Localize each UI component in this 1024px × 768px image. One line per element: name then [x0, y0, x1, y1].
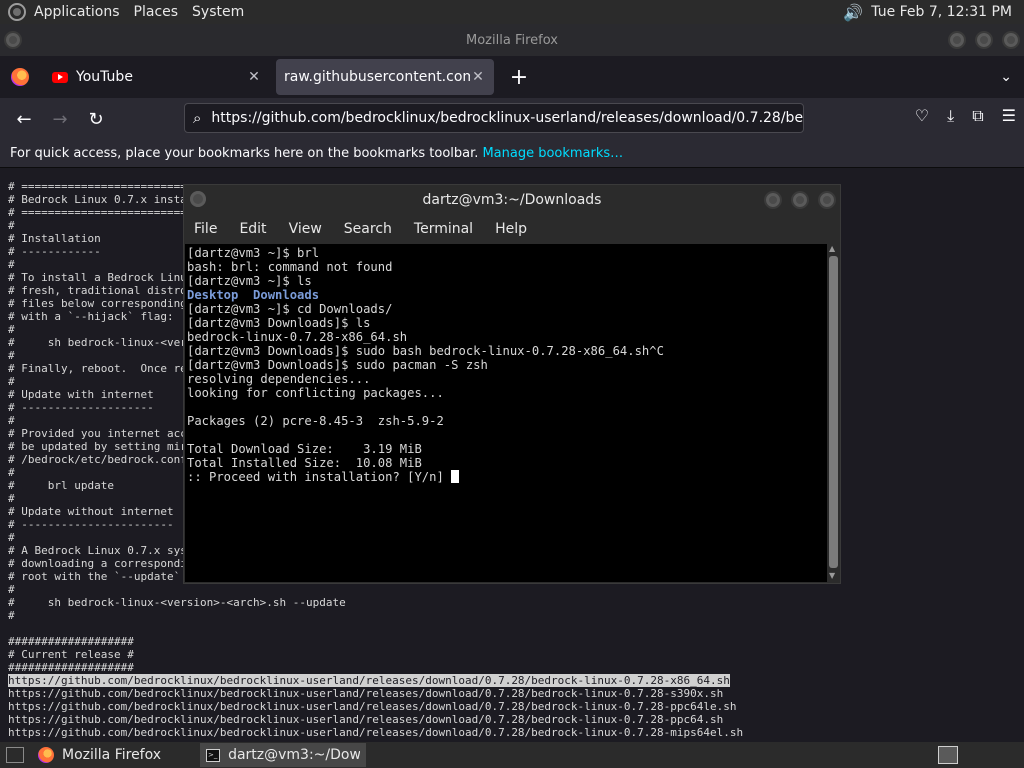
tab-bar: YouTube ✕ raw.githubusercontent.com/bedr… — [0, 56, 1024, 98]
window-menu-icon[interactable] — [4, 31, 22, 49]
bottom-taskbar: Mozilla Firefox >_ dartz@vm3:~/Down... — [0, 742, 1024, 768]
scroll-down-icon[interactable]: ▼ — [829, 571, 835, 580]
forward-button[interactable]: → — [42, 109, 78, 130]
tab-label: YouTube — [76, 69, 133, 85]
url-bar[interactable]: ⌕ https://github.com/bedrocklinux/bedroc… — [184, 103, 804, 133]
text-cursor — [451, 470, 460, 483]
extensions-icon[interactable]: ⧉ — [972, 106, 983, 126]
minimize-button[interactable] — [764, 191, 782, 209]
bookmarks-toolbar: For quick access, place your bookmarks h… — [0, 140, 1024, 168]
terminal-output: [dartz@vm3 ~]$ brl bash: brl: command no… — [187, 246, 393, 288]
maximize-button[interactable] — [791, 191, 809, 209]
terminal-output: [dartz@vm3 ~]$ cd Downloads/ [dartz@vm3 … — [187, 302, 664, 470]
minimize-button[interactable] — [948, 31, 966, 49]
workspace-switcher[interactable] — [938, 746, 958, 764]
scrollbar-thumb[interactable] — [829, 256, 838, 568]
tab-youtube[interactable]: YouTube ✕ — [44, 59, 270, 95]
window-title: Mozilla Firefox — [466, 32, 558, 48]
url-line[interactable]: https://github.com/bedrocklinux/bedrockl… — [8, 687, 1024, 700]
new-tab-button[interactable]: + — [506, 65, 532, 90]
firefox-icon — [38, 747, 54, 763]
tab-label: raw.githubusercontent.com/bedrocklinux — [284, 69, 470, 85]
manage-bookmarks-link[interactable]: Manage bookmarks… — [482, 146, 623, 161]
menu-places[interactable]: Places — [134, 4, 179, 20]
menu-view[interactable]: View — [289, 221, 322, 237]
show-desktop-icon[interactable] — [6, 747, 24, 763]
menu-file[interactable]: File — [194, 221, 217, 237]
tab-close-icon[interactable]: ✕ — [246, 69, 262, 85]
clock[interactable]: Tue Feb 7, 12:31 PM — [871, 4, 1012, 20]
menu-search[interactable]: Search — [344, 221, 392, 237]
firefox-view-button[interactable] — [0, 56, 40, 98]
bookmarks-hint: For quick access, place your bookmarks h… — [10, 146, 479, 161]
terminal-title: dartz@vm3:~/Downloads — [422, 192, 602, 208]
firefox-titlebar: Mozilla Firefox — [0, 24, 1024, 56]
terminal-screen[interactable]: [dartz@vm3 ~]$ brl bash: brl: command no… — [185, 244, 827, 582]
tab-close-icon[interactable]: ✕ — [470, 69, 486, 85]
top-panel: Applications Places System 🔊 Tue Feb 7, … — [0, 0, 1024, 24]
terminal-window[interactable]: dartz@vm3:~/Downloads File Edit View Sea… — [183, 184, 841, 584]
url-line[interactable]: https://github.com/bedrocklinux/bedrockl… — [8, 713, 1024, 726]
volume-icon[interactable]: 🔊 — [843, 3, 863, 22]
url-line-highlighted[interactable]: https://github.com/bedrocklinux/bedrockl… — [8, 674, 1024, 687]
back-button[interactable]: ← — [6, 109, 42, 130]
downloads-icon[interactable]: ⤓ — [947, 106, 954, 126]
reload-button[interactable]: ↻ — [78, 109, 114, 130]
terminal-scrollbar[interactable]: ▲ ▼ — [827, 244, 840, 582]
list-all-tabs-chevron-icon[interactable]: ⌄ — [1000, 69, 1012, 85]
maximize-button[interactable] — [975, 31, 993, 49]
url-line[interactable]: https://github.com/bedrocklinux/bedrockl… — [8, 726, 1024, 739]
search-icon: ⌕ — [193, 109, 202, 127]
menu-system[interactable]: System — [192, 4, 244, 20]
menu-terminal[interactable]: Terminal — [414, 221, 473, 237]
firefox-icon — [11, 68, 29, 86]
menu-help[interactable]: Help — [495, 221, 527, 237]
navigation-bar: ← → ↻ ⌕ https://github.com/bedrocklinux/… — [0, 98, 1024, 140]
terminal-icon: >_ — [206, 748, 221, 762]
terminal-titlebar[interactable]: dartz@vm3:~/Downloads — [184, 185, 840, 215]
task-terminal[interactable]: >_ dartz@vm3:~/Down... — [200, 743, 366, 767]
directory-listing: Desktop Downloads — [187, 288, 320, 302]
menu-applications[interactable]: Applications — [34, 4, 120, 20]
pocket-icon[interactable]: ♡ — [915, 106, 929, 126]
scroll-up-icon[interactable]: ▲ — [829, 244, 835, 253]
url-line[interactable]: https://github.com/bedrocklinux/bedrockl… — [8, 700, 1024, 713]
hamburger-menu-icon[interactable]: ☰ — [1002, 106, 1016, 126]
close-button[interactable] — [1002, 31, 1020, 49]
distro-logo-icon[interactable] — [8, 3, 26, 21]
task-firefox[interactable]: Mozilla Firefox — [32, 743, 198, 767]
youtube-icon — [52, 71, 68, 83]
close-button[interactable] — [818, 191, 836, 209]
tab-raw-github[interactable]: raw.githubusercontent.com/bedrocklinux ✕ — [276, 59, 494, 95]
window-menu-icon[interactable] — [190, 191, 206, 207]
terminal-menubar: File Edit View Search Terminal Help — [184, 215, 840, 243]
url-text[interactable]: https://github.com/bedrocklinux/bedrockl… — [211, 110, 803, 126]
terminal-prompt[interactable]: :: Proceed with installation? [Y/n] — [187, 470, 827, 484]
menu-edit[interactable]: Edit — [239, 221, 266, 237]
